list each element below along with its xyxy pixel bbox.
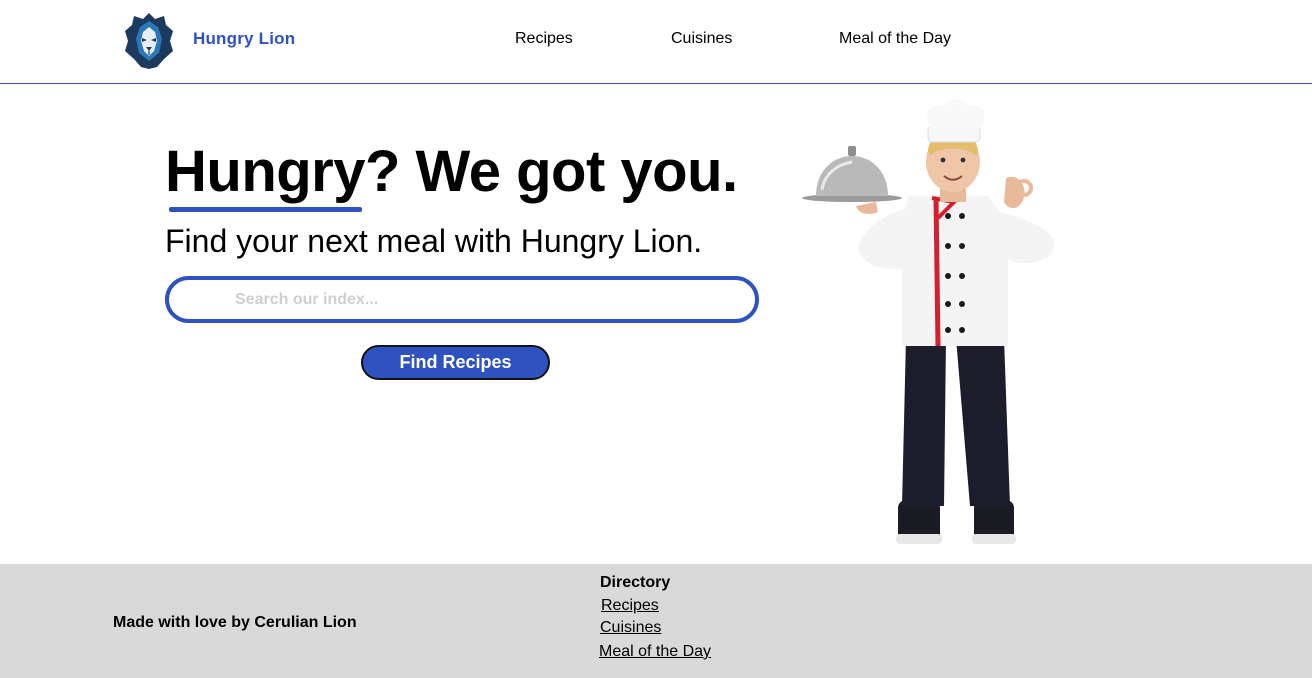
footer-link-recipes[interactable]: Recipes (601, 597, 659, 615)
brand-name[interactable]: Hungry Lion (193, 29, 295, 49)
title-underline (169, 207, 362, 212)
site-footer: Made with love by Cerulian Lion Director… (0, 564, 1312, 678)
lion-head-icon[interactable] (124, 11, 174, 69)
footer-link-cuisines[interactable]: Cuisines (600, 619, 661, 637)
hero-subtitle: Find your next meal with Hungry Lion. (165, 223, 703, 259)
footer-credit: Made with love by Cerulian Lion (113, 614, 357, 631)
footer-directory-heading: Directory (600, 574, 671, 591)
hero-title: Hungry? We got you. (165, 139, 738, 204)
search-input[interactable] (165, 276, 759, 323)
find-recipes-button[interactable]: Find Recipes (361, 345, 550, 380)
chef-illustration (802, 98, 1055, 544)
site-header: Hungry Lion Recipes Cuisines Meal of the… (0, 0, 1312, 84)
nav-meal-of-the-day-link[interactable]: Meal of the Day (839, 30, 951, 48)
nav-recipes-link[interactable]: Recipes (515, 30, 573, 48)
nav-cuisines-link[interactable]: Cuisines (671, 30, 732, 48)
footer-link-meal-of-the-day[interactable]: Meal of the Day (599, 643, 711, 661)
